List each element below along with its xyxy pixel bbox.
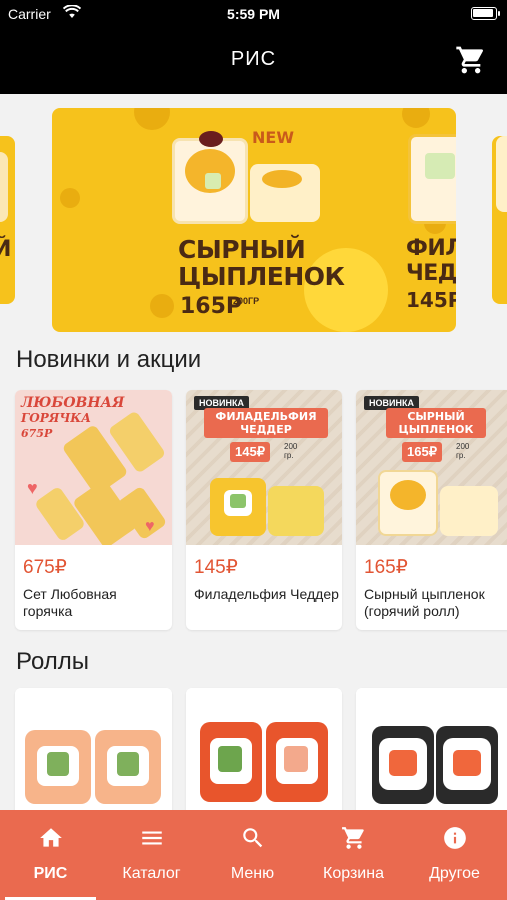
roll-image bbox=[172, 131, 248, 224]
product-name: Филадельфия Чеддер bbox=[194, 586, 339, 602]
product-price: 145₽ bbox=[194, 557, 238, 578]
section-title-news: Новинки и акции bbox=[16, 346, 202, 373]
product-card[interactable] bbox=[186, 688, 342, 810]
product-card[interactable] bbox=[356, 688, 507, 810]
search-icon bbox=[242, 828, 262, 848]
tab-label: Корзина bbox=[323, 865, 384, 882]
clock: 5:59 PM bbox=[227, 6, 280, 22]
product-image bbox=[186, 688, 342, 810]
tab-label: Другое bbox=[429, 865, 480, 882]
main-scroll[interactable]: СКИЙ NEW СЫРНЫЙ ЦЫПЛЕНОК 16 bbox=[0, 94, 507, 810]
banner-weight: 200ГР bbox=[233, 296, 260, 306]
product-image: НОВИНКА СЫРНЫЙ ЦЫПЛЕНОК 165₽ 200 гр. bbox=[356, 390, 507, 545]
tab-label: Меню bbox=[230, 865, 275, 882]
tab-cart[interactable]: Корзина bbox=[303, 810, 404, 900]
banner-title: СКИЙ bbox=[0, 237, 11, 262]
tab-other[interactable]: Другое bbox=[404, 810, 505, 900]
app-header: РИС bbox=[0, 28, 507, 94]
product-card[interactable]: НОВИНКА ФИЛАДЕЛЬФИЯ ЧЕДДЕР 145₽ 200 гр. … bbox=[186, 390, 342, 630]
info-icon bbox=[443, 827, 466, 849]
status-bar: Carrier 5:59 PM bbox=[0, 0, 507, 28]
new-tag: NEW bbox=[252, 128, 294, 147]
product-card[interactable]: ЛЮБОВНАЯ ГОРЯЧКА 675Р ♥ ♥ 675₽ Сет Любов… bbox=[15, 390, 172, 630]
product-image bbox=[356, 688, 507, 810]
roll-image bbox=[250, 164, 320, 222]
banner-title: ФИЛАДЕ ЧЕДДЕ bbox=[406, 236, 456, 286]
tab-label: Каталог bbox=[122, 865, 181, 882]
promo-banner-prev[interactable]: СКИЙ bbox=[0, 136, 15, 304]
tab-catalog[interactable]: Каталог bbox=[101, 810, 202, 900]
promo-banner[interactable]: NEW СЫРНЫЙ ЦЫПЛЕНОК 165Р 200ГР bbox=[52, 108, 456, 332]
menu-list-icon bbox=[141, 831, 162, 845]
product-image bbox=[15, 688, 172, 810]
product-image: НОВИНКА ФИЛАДЕЛЬФИЯ ЧЕДДЕР 145₽ 200 гр. bbox=[186, 390, 342, 545]
product-card[interactable] bbox=[15, 688, 172, 810]
bottom-tab-bar: РИС Каталог Меню Корзина Другое bbox=[0, 810, 507, 900]
banner-price: 145Р bbox=[406, 288, 456, 312]
tab-label: РИС bbox=[33, 865, 68, 882]
tab-home[interactable]: РИС bbox=[0, 810, 101, 900]
product-price: 675₽ bbox=[23, 557, 67, 578]
promo-banner-next-peek[interactable]: ФИЛАДЕ ЧЕДДЕ 145Р bbox=[404, 116, 456, 340]
banner-title: СЫРНЫЙ ЦЫПЛЕНОК bbox=[178, 235, 345, 291]
product-price: 165₽ bbox=[364, 557, 408, 578]
tab-menu[interactable]: Меню bbox=[202, 810, 303, 900]
cart-icon bbox=[341, 827, 364, 849]
cart-icon[interactable] bbox=[455, 44, 487, 76]
product-card[interactable]: НОВИНКА СЫРНЫЙ ЦЫПЛЕНОК 165₽ 200 гр. 165… bbox=[356, 390, 507, 630]
section-title-rolls: Роллы bbox=[16, 648, 90, 675]
product-name: Сет Любовная горячка bbox=[23, 586, 117, 619]
product-name: Сырный цыпленок (горячий ролл) bbox=[364, 586, 485, 619]
product-image: ЛЮБОВНАЯ ГОРЯЧКА 675Р ♥ ♥ bbox=[15, 390, 172, 545]
promo-banner-next[interactable] bbox=[492, 136, 507, 304]
page-title: РИС bbox=[230, 48, 277, 70]
home-icon bbox=[39, 828, 62, 847]
battery-icon bbox=[471, 7, 497, 20]
